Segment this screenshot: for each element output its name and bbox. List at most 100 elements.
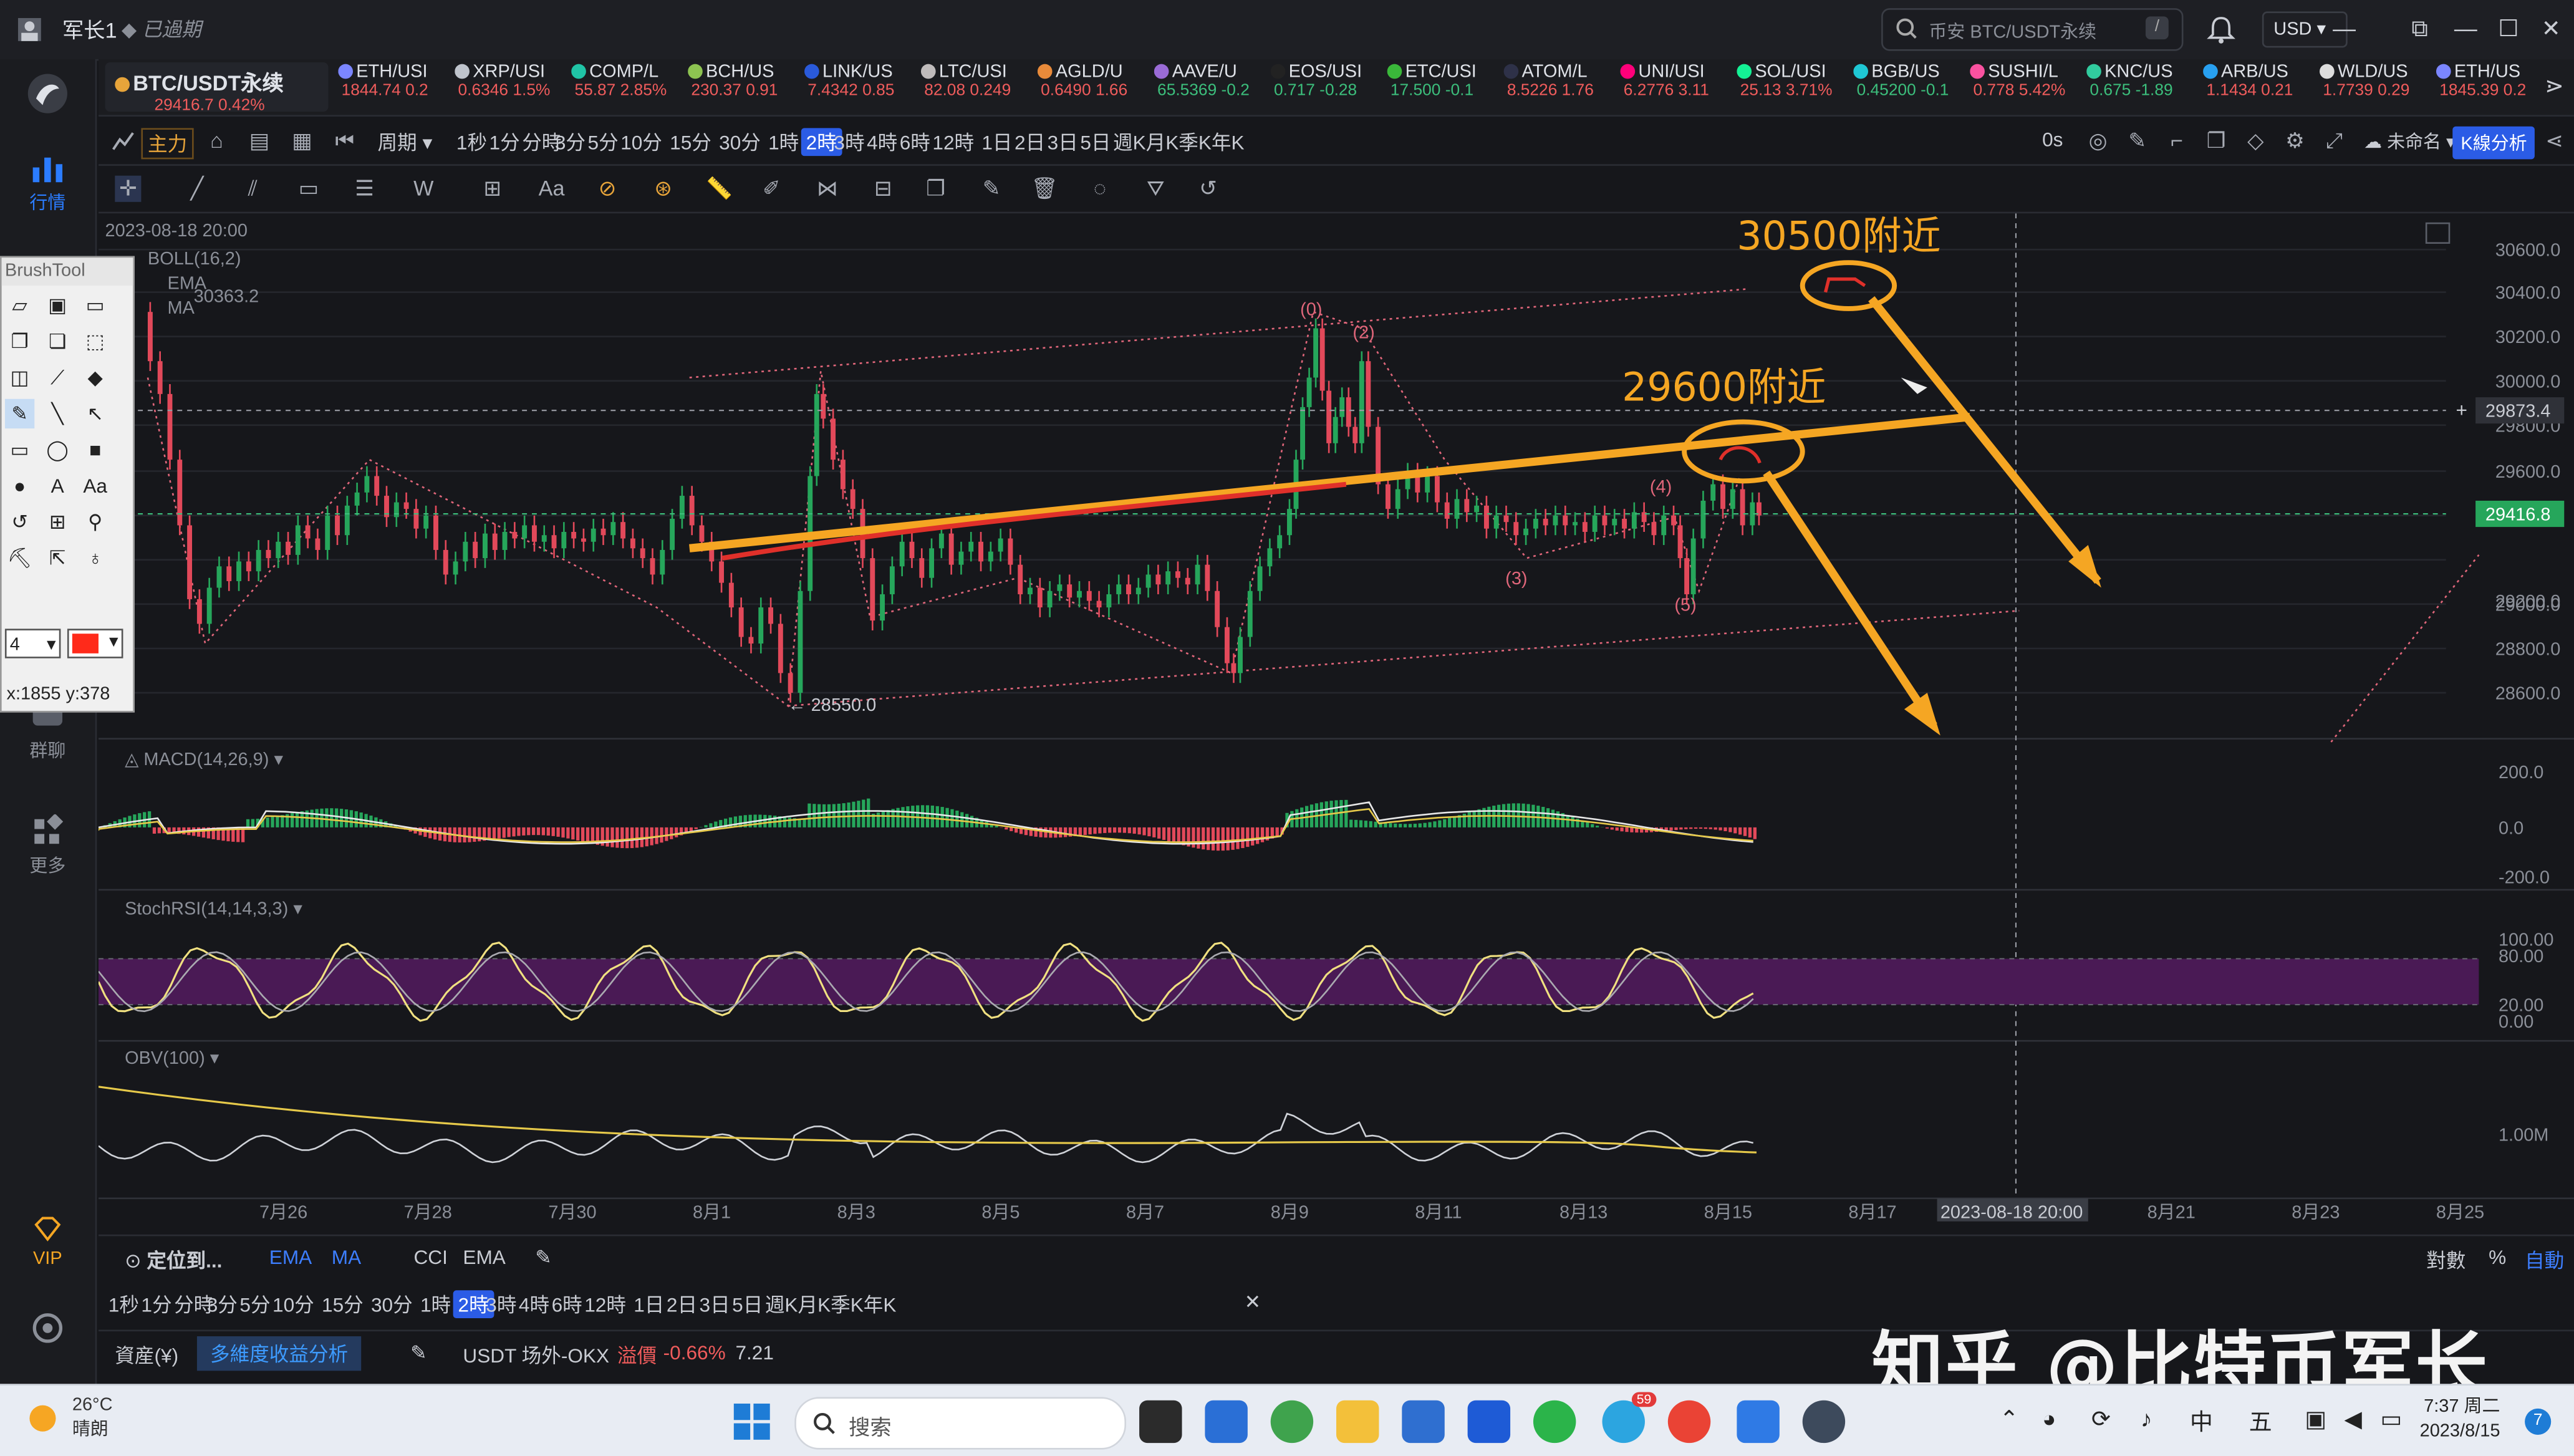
timeframe-3分[interactable]: 3分 [555,128,586,156]
duplicate-icon[interactable]: ❐ [923,176,949,202]
timeframe-30分[interactable]: 30分 [719,128,761,156]
user-account[interactable]: 军长1 [16,13,117,44]
battery-icon[interactable]: ▭ [2380,1405,2402,1434]
taskbar-search-input[interactable]: 搜索 [794,1397,1126,1449]
step-back-icon[interactable]: ⏮ [332,128,358,154]
auto-scale-toggle[interactable]: 自動 [2525,1246,2564,1274]
maximize-button[interactable]: ☐ [2492,11,2525,44]
ticker-item[interactable]: EOS/USI0.717 -0.28 [1271,62,1386,112]
sidebar-item-more[interactable]: 更多 [0,814,95,879]
windows-start-icon[interactable] [732,1402,771,1441]
percent-toggle[interactable]: % [2489,1246,2506,1269]
measure-icon[interactable]: ⊞ [480,176,506,202]
trend-line-icon[interactable]: ╱ [184,176,210,202]
indicator-ema-toggle[interactable]: EMA [269,1246,312,1269]
indicator-boll[interactable]: BOLL(16,2) [148,249,241,269]
multi-analysis-button[interactable]: 多維度收益分析 [197,1336,361,1371]
timeframe-12時[interactable]: 12時 [584,1290,626,1318]
globe-app-icon[interactable] [1803,1401,1845,1443]
settings-gear-icon[interactable]: ⚙ [2282,128,2308,154]
brush-size-select[interactable]: 4▾ [5,629,61,658]
period-dropdown[interactable]: 周期 ▾ [378,128,433,156]
timeframe-1分[interactable]: 1分 [489,128,520,156]
timeframe-週K[interactable]: 週K [765,1290,798,1318]
timeframe-1秒[interactable]: 1秒 [456,128,487,156]
timeframe-1日[interactable]: 1日 [981,128,1012,156]
timeframe-週K[interactable]: 週K [1113,128,1146,156]
indicator-ema2-toggle[interactable]: EMA [463,1246,505,1269]
timeframe-1時[interactable]: 1時 [768,128,799,156]
filter-icon[interactable]: ⛛ [1142,176,1169,202]
minimize-button[interactable]: — [2449,11,2482,44]
wechat-icon[interactable] [1533,1401,1576,1443]
trash-icon[interactable]: 🗑 [1031,176,1057,202]
store-icon[interactable] [1205,1401,1247,1443]
cursor-tool-icon[interactable]: ✛ [115,176,141,202]
main-force-button[interactable]: 主力 [141,128,193,159]
file-explorer-icon[interactable] [1336,1401,1379,1443]
timeframe-6時[interactable]: 6時 [552,1290,582,1318]
timeframe-15分[interactable]: 15分 [670,128,711,156]
timeframe-月K[interactable]: 月K [1146,128,1179,156]
ticker-main-btc[interactable]: BTC/USDT永续 29416.7 0.42% [105,62,328,112]
edit-indicators-icon[interactable]: ✎ [535,1246,551,1269]
sync-tray-icon[interactable]: ⟳ [2091,1405,2111,1434]
pattern-icon[interactable]: ⋈ [814,176,841,202]
notification-count[interactable]: 7 [2525,1409,2551,1435]
timeframe-2日[interactable]: 2日 [667,1290,697,1318]
eraser-icon[interactable]: ◫ [5,363,34,392]
network-icon[interactable]: ▣ [2305,1405,2326,1434]
ticker-item[interactable]: ETC/USI17.500 -0.1 [1387,62,1502,112]
assets-label[interactable]: 資産(¥) [115,1341,178,1369]
wave-tool-icon[interactable]: W [410,176,436,202]
fullscreen-icon[interactable]: ⤢ [2321,128,2348,154]
bell-icon[interactable] [2206,15,2235,44]
ticker-item[interactable]: AAVE/U65.5369 -0.2 [1154,62,1269,112]
meeting-icon[interactable] [1468,1401,1510,1443]
timeframe-3時[interactable]: 3時 [834,128,864,156]
rectangle-tool-icon[interactable]: ▭ [296,176,322,202]
camera-icon[interactable]: ◎ [2085,128,2111,154]
system-clock[interactable]: 7:37 周二 2023/8/15 [2420,1396,2500,1445]
timeframe-2日[interactable]: 2日 [1015,128,1045,156]
line-icon[interactable]: ╲ [42,399,72,428]
ticker-item[interactable]: AGLD/U0.6490 1.66 [1038,62,1152,112]
trading-app-icon[interactable] [1737,1401,1779,1443]
timeframe-3分[interactable]: 3分 [207,1290,238,1318]
parallel-channel-icon[interactable]: ⫽ [239,176,266,202]
tray-chevron-icon[interactable]: ⌃ [2000,1405,2019,1434]
arrow-icon[interactable]: ↖ [80,399,110,428]
ticker-item[interactable]: KNC/US0.675 -1.89 [2086,62,2201,112]
save-icon[interactable]: ▣ [42,291,72,320]
copy-icon[interactable]: ❐ [5,327,34,356]
ticker-item[interactable]: SUSHI/L0.778 5.42% [1970,62,2085,112]
pin-icon[interactable]: ♁ [80,543,110,572]
undo-icon[interactable]: ↺ [1195,176,1222,202]
grid-icon[interactable]: ⊞ [42,508,72,537]
edit-list-icon[interactable]: ✎ [978,176,1005,202]
open-file-icon[interactable]: ▱ [5,291,34,320]
chrome-icon[interactable] [1668,1401,1710,1443]
timeframe-1時[interactable]: 1時 [420,1290,451,1318]
layout-name-dropdown[interactable]: ☁ 未命名 ▾ [2364,128,2455,154]
close-bar-icon[interactable]: ✕ [1245,1290,1261,1313]
timeframe-年K[interactable]: 年K [864,1290,897,1318]
timeframe-1秒[interactable]: 1秒 [108,1290,139,1318]
ticker-item[interactable]: SOL/USI25.13 3.71% [1737,62,1851,112]
horizontal-lines-icon[interactable]: ☰ [351,176,377,202]
mic-tray-icon[interactable]: ♪ [2141,1405,2152,1432]
sidebar-item-market[interactable]: 行情 [0,151,95,215]
chart-type-icon[interactable] [112,130,135,153]
ticker-item[interactable]: LINK/US7.4342 0.85 [804,62,919,112]
zoom-icon[interactable]: ⚲ [80,508,110,537]
timeframe-1日[interactable]: 1日 [634,1290,664,1318]
undo-icon[interactable]: ↺ [5,508,34,537]
close-button[interactable]: ✕ [2535,11,2568,44]
ticker-item[interactable]: COMP/L55.87 2.85% [571,62,686,112]
ticker-item[interactable]: UNI/USI6.2776 3.11 [1620,62,1735,112]
text-icon[interactable]: A [42,471,72,501]
filled-ellipse-icon[interactable]: ● [5,471,34,501]
sidebar-item-vip[interactable]: VIP [0,1215,95,1269]
ticker-item[interactable]: WLD/US1.7739 0.29 [2320,62,2434,112]
timeframe-3日[interactable]: 3日 [1048,128,1078,156]
